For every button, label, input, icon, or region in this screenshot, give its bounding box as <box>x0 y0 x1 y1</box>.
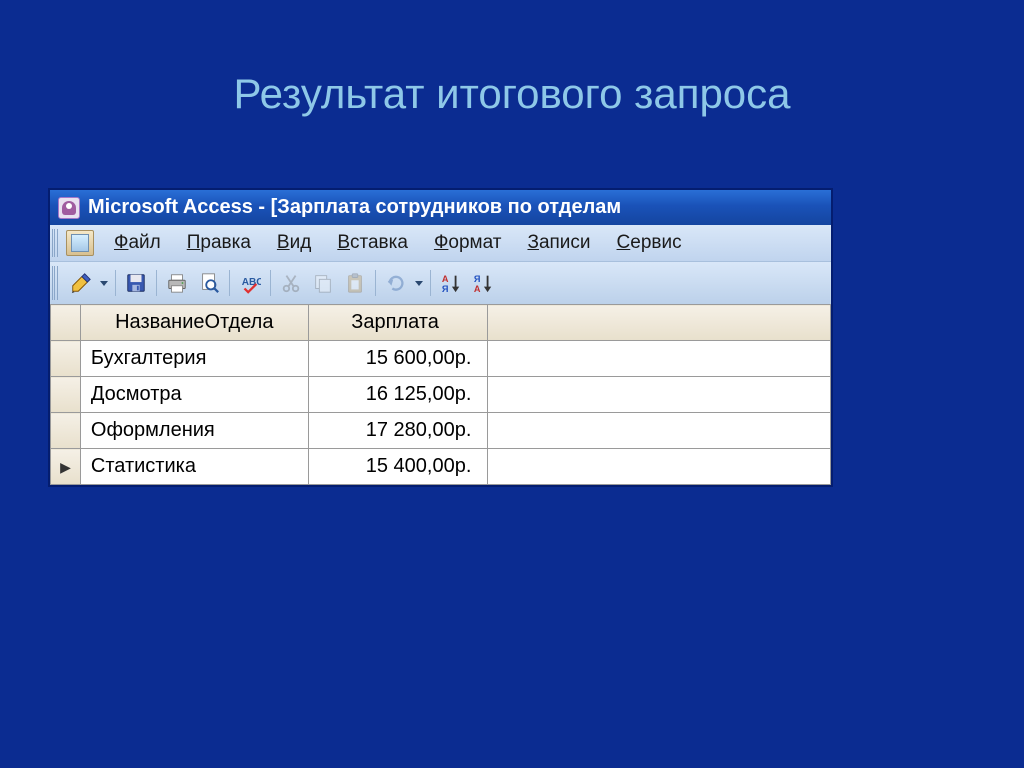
row-selector[interactable] <box>51 413 81 449</box>
spellcheck-icon: ABC <box>239 272 261 294</box>
view-button[interactable] <box>66 268 96 298</box>
table-row[interactable]: Статистика 15 400,00р. <box>51 449 831 485</box>
cell-salary[interactable]: 15 400,00р. <box>308 449 488 485</box>
copy-button[interactable] <box>308 268 338 298</box>
datasheet: НазваниеОтдела Зарплата Бухгалтерия 15 6… <box>50 304 831 485</box>
grid-filler <box>488 305 831 341</box>
col-header-department[interactable]: НазваниеОтдела <box>80 305 308 341</box>
save-button[interactable] <box>121 268 151 298</box>
sort-desc-button[interactable]: ЯА <box>468 268 498 298</box>
slide-title: Результат итогового запроса <box>0 0 1024 148</box>
undo-dropdown[interactable] <box>413 268 425 298</box>
view-dropdown[interactable] <box>98 268 110 298</box>
separator <box>375 270 376 296</box>
cut-icon <box>280 272 302 294</box>
access-key-icon <box>58 197 80 219</box>
print-button[interactable] <box>162 268 192 298</box>
result-grid[interactable]: НазваниеОтдела Зарплата Бухгалтерия 15 6… <box>50 304 831 485</box>
copy-icon <box>312 272 334 294</box>
preview-button[interactable] <box>194 268 224 298</box>
separator <box>430 270 431 296</box>
design-view-icon <box>70 272 92 294</box>
spellcheck-button[interactable]: ABC <box>235 268 265 298</box>
table-row[interactable]: Оформления 17 280,00р. <box>51 413 831 449</box>
row-selector[interactable] <box>51 377 81 413</box>
grid-filler <box>488 377 831 413</box>
cell-salary[interactable]: 16 125,00р. <box>308 377 488 413</box>
svg-text:Я: Я <box>442 284 449 294</box>
window-icon[interactable] <box>66 230 94 256</box>
select-all-cell[interactable] <box>51 305 81 341</box>
grid-filler <box>488 413 831 449</box>
sort-asc-button[interactable]: АЯ <box>436 268 466 298</box>
svg-text:А: А <box>474 284 481 294</box>
menu-records[interactable]: Записи <box>515 229 602 257</box>
cell-salary[interactable]: 17 280,00р. <box>308 413 488 449</box>
separator <box>229 270 230 296</box>
paste-icon <box>344 272 366 294</box>
titlebar: Microsoft Access - [Зарплата сотрудников… <box>50 190 831 225</box>
print-icon <box>166 272 188 294</box>
menubar: Файл Правка Вид Вставка Формат Записи Се… <box>50 225 831 261</box>
toolbar: ABC АЯ ЯА <box>50 261 831 304</box>
separator <box>270 270 271 296</box>
menubar-grip-icon[interactable] <box>52 229 60 257</box>
cell-department[interactable]: Статистика <box>80 449 308 485</box>
sort-desc-icon: ЯА <box>472 272 494 294</box>
menu-service[interactable]: Сервис <box>605 229 694 257</box>
cell-department[interactable]: Досмотра <box>80 377 308 413</box>
menu-insert[interactable]: Вставка <box>325 229 420 257</box>
separator <box>156 270 157 296</box>
grid-filler <box>488 449 831 485</box>
cut-button[interactable] <box>276 268 306 298</box>
table-row[interactable]: Бухгалтерия 15 600,00р. <box>51 341 831 377</box>
undo-button[interactable] <box>381 268 411 298</box>
cell-department[interactable]: Оформления <box>80 413 308 449</box>
row-selector[interactable] <box>51 341 81 377</box>
toolbar-grip-icon[interactable] <box>52 266 60 300</box>
svg-text:ABC: ABC <box>242 277 261 288</box>
menu-file[interactable]: Файл <box>102 229 173 257</box>
paste-button[interactable] <box>340 268 370 298</box>
window-title: Microsoft Access - [Зарплата сотрудников… <box>88 196 621 219</box>
cell-salary[interactable]: 15 600,00р. <box>308 341 488 377</box>
svg-text:А: А <box>442 274 449 284</box>
separator <box>115 270 116 296</box>
access-window: Microsoft Access - [Зарплата сотрудников… <box>48 188 833 487</box>
sort-asc-icon: АЯ <box>440 272 462 294</box>
undo-icon <box>385 272 407 294</box>
header-row: НазваниеОтдела Зарплата <box>51 305 831 341</box>
col-header-salary[interactable]: Зарплата <box>308 305 488 341</box>
table-row[interactable]: Досмотра 16 125,00р. <box>51 377 831 413</box>
menu-edit[interactable]: Правка <box>175 229 263 257</box>
svg-text:Я: Я <box>474 274 481 284</box>
menu-format[interactable]: Формат <box>422 229 514 257</box>
row-selector-current[interactable] <box>51 449 81 485</box>
cell-department[interactable]: Бухгалтерия <box>80 341 308 377</box>
preview-icon <box>198 272 220 294</box>
grid-filler <box>488 341 831 377</box>
menu-view[interactable]: Вид <box>265 229 323 257</box>
save-icon <box>125 272 147 294</box>
